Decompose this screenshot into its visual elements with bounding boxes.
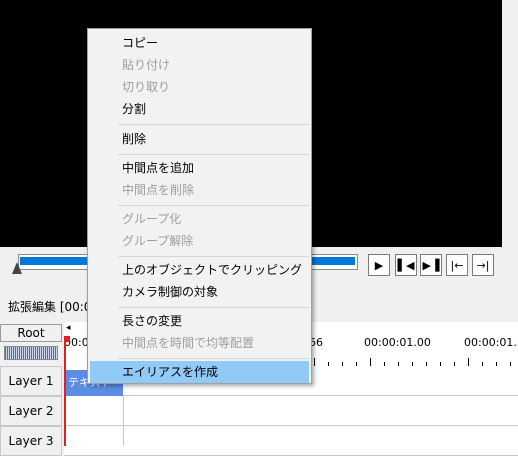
root-button[interactable]: Root [0,324,62,342]
next-frame-icon: ▶▐ [422,258,440,272]
menu-item-remove-midpoint[interactable]: 中間点を削除 [90,179,309,201]
menu-separator [118,256,309,257]
tick-label: 00:00:01.00 [364,336,431,349]
context-menu: コピー 貼り付け 切り取り 分割 削除 中間点を追加 中間点を削除 グループ化 … [87,28,312,384]
playhead-line[interactable] [64,338,66,446]
menu-item-add-midpoint[interactable]: 中間点を追加 [90,157,309,179]
layer-header-2[interactable]: Layer 2 [0,396,62,426]
timeline-divider [123,396,124,446]
zoom-slider[interactable] [4,346,58,360]
menu-item-split[interactable]: 分割 [90,98,309,120]
menu-item-ungroup[interactable]: グループ解除 [90,230,309,252]
menu-item-cut[interactable]: 切り取り [90,76,309,98]
layer-track-2[interactable] [64,396,518,426]
timeline-title: 拡張編集 [00:00 [8,300,100,314]
timeline-scroll-left-icon[interactable]: ◂ [66,323,76,335]
menu-separator [118,358,309,359]
prev-frame-icon: ▌◀ [397,258,415,272]
menu-item-copy[interactable]: コピー [90,32,309,54]
play-button[interactable]: ▶ [368,254,390,276]
seek-thumb[interactable] [12,262,22,274]
menu-item-group[interactable]: グループ化 [90,208,309,230]
preview-scrollbar[interactable] [502,0,518,247]
layer-track-3[interactable] [64,426,518,456]
layer-header-3[interactable]: Layer 3 [0,426,62,456]
menu-item-delete[interactable]: 削除 [90,128,309,150]
menu-item-change-length[interactable]: 長さの変更 [90,310,309,332]
menu-separator [118,124,309,125]
jump-start-icon: |← [450,258,464,272]
menu-item-camera-target[interactable]: カメラ制御の対象 [90,281,309,303]
playhead-marker[interactable] [64,336,70,342]
next-frame-button[interactable]: ▶▐ [420,254,442,276]
jump-end-button[interactable]: →| [472,254,494,276]
menu-item-paste[interactable]: 貼り付け [90,54,309,76]
menu-separator [118,307,309,308]
jump-end-icon: →| [476,258,490,272]
menu-item-clip-above[interactable]: 上のオブジェクトでクリッピング [90,259,309,281]
menu-separator [118,205,309,206]
menu-item-distribute-midpoints[interactable]: 中間点を時間で均等配置 [90,332,309,354]
play-icon: ▶ [374,258,384,272]
menu-item-create-alias[interactable]: エイリアスを作成 [90,361,309,383]
layer-header-1[interactable]: Layer 1 [0,366,62,396]
tick-label: 00:00:01.33 [464,336,518,349]
prev-frame-button[interactable]: ▌◀ [395,254,417,276]
jump-start-button[interactable]: |← [446,254,468,276]
menu-separator [118,154,309,155]
